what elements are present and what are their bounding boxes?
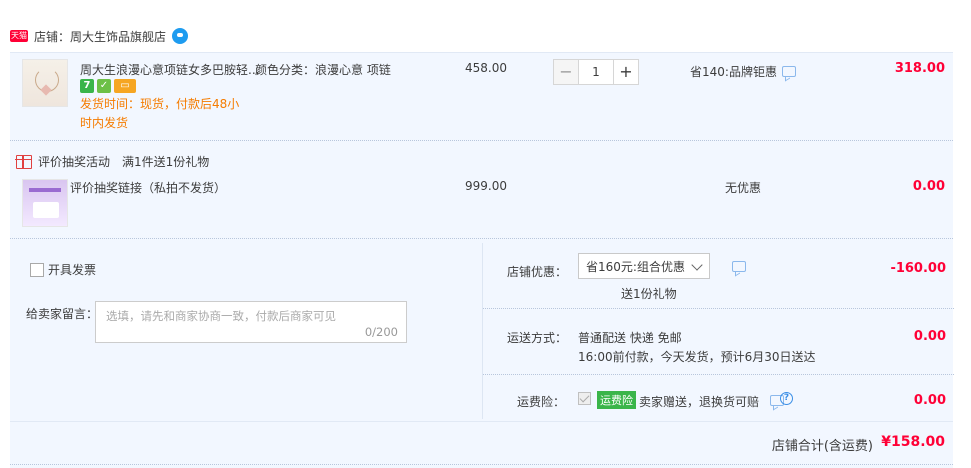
shop-total-label: 店铺合计(含运费) xyxy=(771,439,873,454)
ship-time: 发货时间：现货，付款后48小时内发货 xyxy=(80,97,240,130)
gift-title: 评价抽奖活动 xyxy=(38,155,111,169)
shipping-label: 运送方式： xyxy=(507,331,568,345)
help-icon[interactable]: ? xyxy=(780,392,793,405)
shipping-method: 普通配送 快递 免邮 xyxy=(578,331,682,345)
shop-total-bar: 店铺合计(含运费) ¥158.00 xyxy=(10,421,953,465)
invoice-label: 开具发票 xyxy=(48,263,97,277)
insurance-label: 运费险： xyxy=(517,395,566,409)
shipping-eta: 16:00前付款，今天发货，预计6月30日送达 xyxy=(578,350,816,364)
left-options: 开具发票 给卖家留言： 选填，请先和商家协商一致，付款后商家可见 0/200 xyxy=(10,243,480,419)
shop-discount-amount: -160.00 xyxy=(890,261,946,276)
shipping-amount: 0.00 xyxy=(913,329,946,344)
gift-icon xyxy=(15,154,32,169)
gift-item-row: 评价抽奖活动 满1件送1份礼物 评价抽奖链接（私拍不发货） 999.00 无优惠… xyxy=(10,143,953,239)
shop-name-link[interactable]: 店铺：周大生饰品旗舰店 xyxy=(34,28,166,45)
right-options: 店铺优惠： 省160元:组合优惠 送1份礼物 -160.00 运送方式： 普通配… xyxy=(482,243,954,419)
tmall-badge: 天猫 xyxy=(10,30,28,42)
shop-discount-detail-icon[interactable] xyxy=(732,261,746,272)
insurance-row: 运费险： 运费险 卖家赠送，退换货可赔 ? 0.00 xyxy=(483,377,954,419)
shipping-row: 运送方式： 普通配送 快递 免邮 16:00前付款，今天发货，预计6月30日送达… xyxy=(483,311,954,375)
insurance-text: 卖家赠送，退换货可赔 xyxy=(639,395,760,409)
shop-header: 天猫 店铺：周大生饰品旗舰店 xyxy=(10,26,189,46)
invoice-checkbox[interactable] xyxy=(30,262,44,277)
gift-subtotal: 0.00 xyxy=(912,179,945,194)
unit-price: 458.00 xyxy=(465,61,507,75)
invoice-option[interactable]: 开具发票 xyxy=(26,261,96,278)
qty-input[interactable] xyxy=(579,59,613,85)
guarantee-icon[interactable]: ✓ xyxy=(97,79,111,93)
qty-plus-button[interactable]: + xyxy=(613,59,639,85)
item-discount: 省140:品牌钜惠 xyxy=(690,63,796,80)
insurance-checkbox[interactable] xyxy=(578,392,591,405)
order-panel: 周大生浪漫心意项链女多巴胺轻... 颜色分类：浪漫心意 项链 7 ✓ ▭ 发货时… xyxy=(10,52,954,468)
gift-discount: 无优惠 xyxy=(725,181,762,195)
gift-thumbnail[interactable] xyxy=(22,179,68,227)
shop-discount-selected: 省160元:组合优惠 xyxy=(586,259,685,274)
product-thumbnail[interactable] xyxy=(22,59,68,107)
shipping-info: 普通配送 快递 免邮 16:00前付款，今天发货，预计6月30日送达 xyxy=(578,329,816,367)
chevron-down-icon xyxy=(691,259,703,271)
discount-detail-icon[interactable] xyxy=(781,66,796,77)
message-label: 给卖家留言： xyxy=(26,307,99,321)
insurance-amount: 0.00 xyxy=(913,393,946,408)
shop-discount-label: 店铺优惠： xyxy=(507,265,568,279)
gift-desc: 满1件送1份礼物 xyxy=(122,155,210,169)
qty-minus-button[interactable]: − xyxy=(553,59,579,85)
card-icon[interactable]: ▭ xyxy=(114,79,136,93)
shop-discount-select[interactable]: 省160元:组合优惠 xyxy=(578,253,710,279)
quantity-stepper: − + xyxy=(553,59,639,85)
message-char-count: 0/200 xyxy=(364,325,398,339)
product-sku: 颜色分类：浪漫心意 项链 xyxy=(255,63,391,77)
service-icons: 7 ✓ ▭ xyxy=(80,79,136,93)
wangwang-chat-icon[interactable] xyxy=(172,28,189,44)
order-item-row: 周大生浪漫心意项链女多巴胺轻... 颜色分类：浪漫心意 项链 7 ✓ ▭ 发货时… xyxy=(10,53,953,141)
gift-title-link[interactable]: 评价抽奖链接（私拍不发货） xyxy=(70,179,226,196)
gift-promo-line: 评价抽奖活动 满1件送1份礼物 xyxy=(15,153,210,170)
gift-price: 999.00 xyxy=(465,179,507,193)
item-discount-text: 省140:品牌钜惠 xyxy=(690,65,777,79)
shop-discount-row: 店铺优惠： 省160元:组合优惠 送1份礼物 -160.00 xyxy=(483,243,954,309)
insurance-badge: 运费险 xyxy=(597,391,636,409)
message-input[interactable]: 选填，请先和商家协商一致，付款后商家可见 0/200 xyxy=(95,301,407,343)
product-title-link[interactable]: 周大生浪漫心意项链女多巴胺轻... xyxy=(80,61,259,78)
order-options: 开具发票 给卖家留言： 选填，请先和商家协商一致，付款后商家可见 0/200 店… xyxy=(10,243,954,419)
shop-discount-gift-note: 送1份礼物 xyxy=(621,287,677,301)
message-placeholder: 选填，请先和商家协商一致，付款后商家可见 xyxy=(106,309,336,323)
seven-day-return-icon[interactable]: 7 xyxy=(80,79,94,93)
divider xyxy=(10,464,953,465)
item-subtotal: 318.00 xyxy=(894,61,945,76)
shop-total-amount: ¥158.00 xyxy=(881,434,945,450)
